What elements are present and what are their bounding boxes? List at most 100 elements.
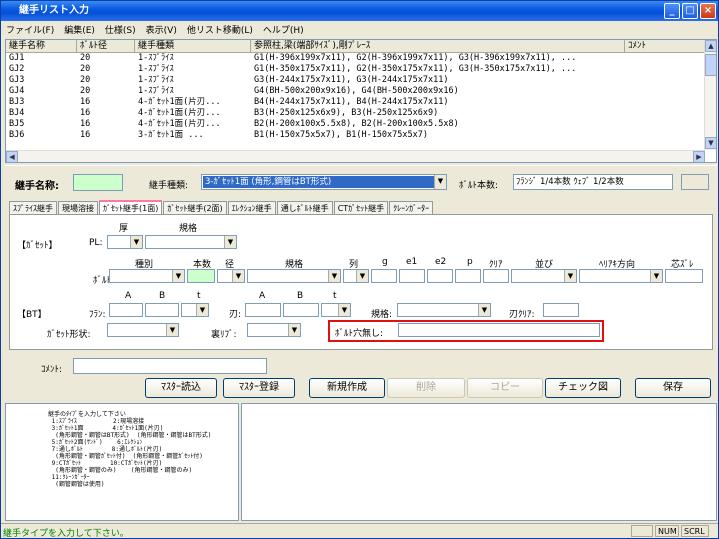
chevron-down-icon[interactable]: ▼ [172,270,184,282]
flange-a-input[interactable] [109,303,143,317]
menu-view[interactable]: 表示(V) [141,21,182,37]
list-vscrollbar[interactable]: ▲ ▼ [704,40,716,150]
table-cell [625,86,706,97]
chevron-down-icon[interactable]: ▼ [650,270,662,282]
g-input[interactable] [371,269,397,283]
table-row[interactable]: BJ3 16 4-ｶﾞｾｯﾄ1面(片刃... B4(H-244x175x7x11), … [6,97,716,108]
save-button[interactable]: 保存 [635,378,711,398]
col-reference[interactable]: 参照柱,梁(端部ｻｲｽﾞ),剛ﾌﾟﾚｰｽ [251,40,625,52]
chevron-down-icon[interactable]: ▼ [224,236,236,248]
gusset-shape-select[interactable]: ▼ [107,323,179,337]
joint-type-select[interactable]: 3-ｶﾞｾｯﾄ1面 (角形,鋼管はBT形式) ▼ [201,174,447,190]
maximize-button[interactable]: □ [682,3,698,19]
table-row[interactable]: GJ1 20 1-ｽﾌﾟﾗｲｽ G1(H-396x199x7x11), G2(H-39… [6,53,716,64]
scroll-thumb[interactable] [705,54,716,76]
bolt-kind-select[interactable]: ▼ [109,269,185,283]
new-button[interactable]: 新規作成 [309,378,385,398]
clear-input[interactable] [483,269,509,283]
joint-name-input[interactable] [73,174,123,191]
list-rows: GJ1 20 1-ｽﾌﾟﾗｲｽ G1(H-396x199x7x11), G2(H-39… [6,53,716,141]
chevron-down-icon[interactable]: ▼ [130,236,142,248]
spec3-label: 規格: [371,310,393,320]
e1-input[interactable] [399,269,425,283]
bolt-col-select[interactable]: ▼ [343,269,369,283]
menu-spec[interactable]: 仕様(S) [100,21,141,37]
blade-b-input[interactable] [283,303,319,317]
core-offset-input[interactable] [665,269,703,283]
scroll-down-icon[interactable]: ▼ [705,137,716,149]
menu-file[interactable]: ファイル(F) [1,21,59,37]
copy-button[interactable]: コピー [467,378,543,398]
check-drawing-button[interactable]: チェック図 [545,378,621,398]
master-load-button[interactable]: ﾏｽﾀｰ読込 [145,378,217,398]
table-row[interactable]: GJ4 20 1-ｽﾌﾟﾗｲｽ G4(BH-500x200x9x16), G4(BH-… [6,86,716,97]
bolt-spec-select[interactable]: ▼ [247,269,341,283]
scroll-left-icon[interactable]: ◀ [6,151,18,162]
table-cell: B4(H-244x175x7x11), B4(H-244x175x7x11) [254,97,449,107]
table-cell: G1(H-396x199x7x11), G2(H-396x199x7x11), … [254,53,577,63]
tab-crane-girder[interactable]: ｸﾚｰﾝｶﾞｰﾀｰ [389,201,434,215]
chevron-down-icon[interactable]: ▼ [338,304,350,316]
bolt-dia-select[interactable]: ▼ [217,269,245,283]
comment-input[interactable] [73,358,267,374]
table-cell: 16 [80,130,91,140]
col-joint-name[interactable]: 継手名称 [6,40,77,52]
chevron-down-icon[interactable]: ▼ [434,175,446,189]
tab-gusset-1[interactable]: ｶﾞｾｯﾄ継手(1面) [99,200,163,215]
arrange-select[interactable]: ▼ [511,269,577,283]
bolt-count-input[interactable] [187,269,215,283]
tab-splice[interactable]: ｽﾌﾟﾗｲｽ継手 [9,201,57,215]
chevron-down-icon[interactable]: ▼ [196,304,208,316]
chevron-down-icon[interactable]: ▼ [356,270,368,282]
menu-edit[interactable]: 編集(E) [59,21,100,37]
gusset-shape-label: ｶﾞｾｯﾄ形状: [47,330,91,340]
gusset-spec-select[interactable]: ▼ [145,235,237,249]
tab-through-bolt[interactable]: 通しﾎﾞﾙﾄ継手 [276,201,333,215]
g-header: g [382,257,388,267]
menu-other-list[interactable]: 他リスト移動(L) [182,21,258,37]
bt-spec-select[interactable]: ▼ [397,303,491,317]
blade-a-input[interactable] [245,303,281,317]
chevron-down-icon[interactable]: ▼ [564,270,576,282]
scroll-right-icon[interactable]: ▶ [693,151,705,162]
close-button[interactable]: × [700,3,716,19]
scroll-up-icon[interactable]: ▲ [705,40,716,52]
table-row[interactable]: BJ5 16 4-ｶﾞｾｯﾄ1面(片刃... B2(H-200x100x5.5x8),… [6,119,716,130]
menu-bar: ファイル(F) 編集(E) 仕様(S) 表示(V) 他リスト移動(L) ヘルプ(… [1,21,718,37]
p-input[interactable] [455,269,481,283]
minimize-button[interactable]: _ [664,3,680,19]
col-bolt-dia[interactable]: ﾎﾞﾙﾄ径 [77,40,135,52]
table-row[interactable]: BJ6 16 3-ｶﾞｾｯﾄ1面 ... B1(H-150x75x5x7), B1(H… [6,130,716,141]
hel-direction-select[interactable]: ▼ [579,269,663,283]
col-joint-type[interactable]: 継手種類 [135,40,251,52]
chevron-down-icon[interactable]: ▼ [288,324,300,336]
tab-erection[interactable]: ｴﾚｸｼｮﾝ継手 [227,201,276,215]
tab-ct-gusset[interactable]: CTｶﾞｾｯﾄ継手 [333,201,389,215]
tab-site-weld[interactable]: 現場溶接 [58,201,98,215]
back-rib-select[interactable]: ▼ [247,323,301,337]
tab-gusset-2[interactable]: ｶﾞｾｯﾄ継手(2面) [163,201,227,215]
table-row[interactable]: BJ4 16 4-ｶﾞｾｯﾄ1面(片刃... B3(H-250x125x6x9), B… [6,108,716,119]
chevron-down-icon[interactable]: ▼ [478,304,490,316]
gusset-thick-select[interactable]: ▼ [107,235,143,249]
flange-t-select[interactable]: ▼ [181,303,209,317]
chevron-down-icon[interactable]: ▼ [328,270,340,282]
table-row[interactable]: GJ2 20 1-ｽﾌﾟﾗｲｽ G1(H-350x175x7x11), G2(H-35… [6,64,716,75]
table-row[interactable]: GJ3 20 1-ｽﾌﾟﾗｲｽ G3(H-244x175x7x11), G3(H-24… [6,75,716,86]
list-hscrollbar[interactable]: ◀ ▶ [6,150,705,162]
chevron-down-icon[interactable]: ▼ [166,324,178,336]
bolt-count-label: ﾎﾞﾙﾄ本数: [459,181,499,191]
joint-list[interactable]: 継手名称 ﾎﾞﾙﾄ径 継手種類 参照柱,梁(端部ｻｲｽﾞ),剛ﾌﾟﾚｰｽ ｺﾒﾝ… [5,39,717,163]
blade-t-select[interactable]: ▼ [321,303,351,317]
chevron-down-icon[interactable]: ▼ [232,270,244,282]
delete-button[interactable]: 削除 [387,378,465,398]
e2-input[interactable] [427,269,453,283]
col-comment[interactable]: ｺﾒﾝﾄ [625,40,706,52]
table-cell: 20 [80,86,91,96]
bolt-count-field[interactable]: ﾌﾗﾝｼﾞ 1/4本数 ｳｪﾌﾞ 1/2本数 [513,174,673,190]
blade-clear-input[interactable] [543,303,579,317]
flange-b-input[interactable] [145,303,179,317]
list-header: 継手名称 ﾎﾞﾙﾄ径 継手種類 参照柱,梁(端部ｻｲｽﾞ),剛ﾌﾟﾚｰｽ ｺﾒﾝ… [6,40,716,53]
menu-help[interactable]: ヘルプ(H) [258,21,309,37]
master-register-button[interactable]: ﾏｽﾀｰ登録 [223,378,295,398]
